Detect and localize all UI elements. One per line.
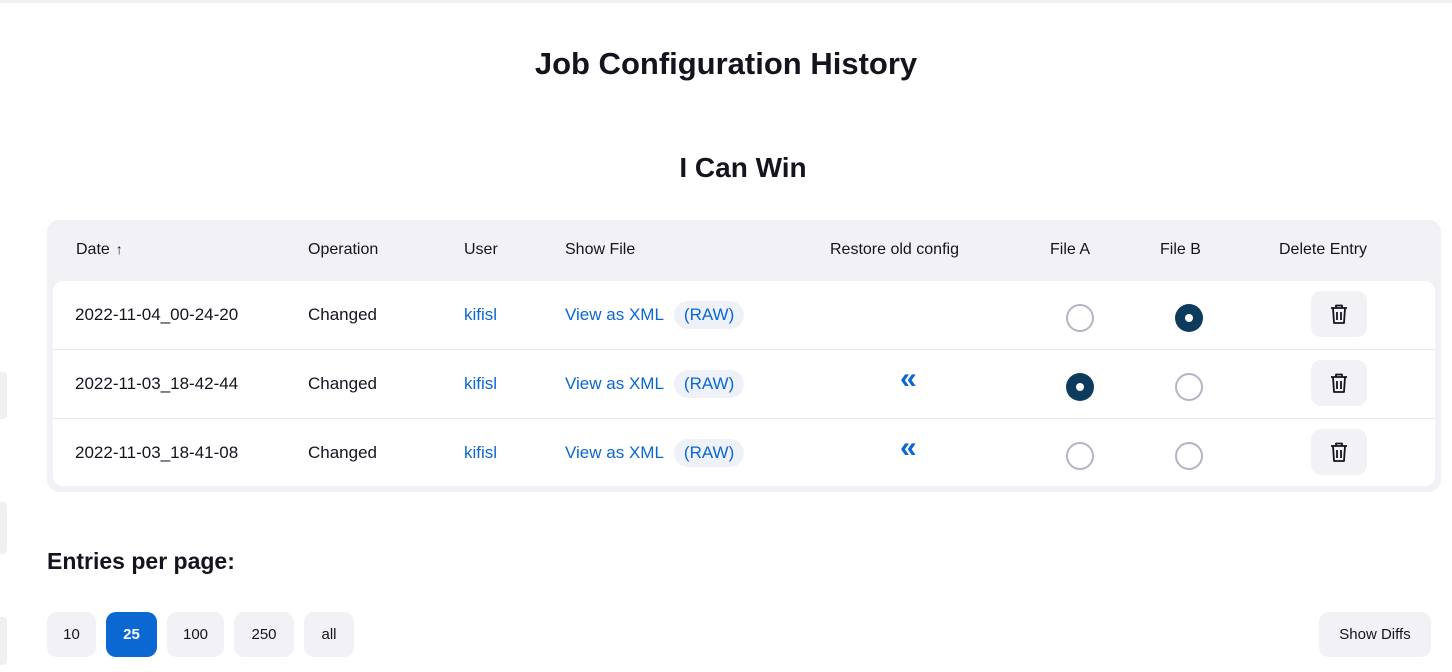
- job-name: I Can Win: [679, 152, 807, 183]
- table-row: 2022-11-04_00-24-20 Changed kifisl View …: [53, 281, 1435, 349]
- user-link[interactable]: kifisl: [464, 305, 497, 325]
- table-body: 2022-11-04_00-24-20 Changed kifisl View …: [53, 281, 1435, 486]
- file-a-radio[interactable]: [1066, 304, 1094, 332]
- double-chevron-left-icon[interactable]: «: [900, 364, 917, 394]
- trash-icon: [1331, 373, 1347, 393]
- column-header-show-file: Show File: [565, 241, 636, 258]
- operation-cell: Changed: [308, 374, 378, 393]
- delete-entry-button[interactable]: [1311, 360, 1367, 406]
- delete-entry-button[interactable]: [1311, 429, 1367, 475]
- page-size-250-button[interactable]: 250: [234, 612, 294, 657]
- table-header: Date ↑ Operation User Show File Restore o…: [47, 220, 1441, 281]
- operation-cell: Changed: [308, 443, 378, 462]
- delete-entry-button[interactable]: [1311, 291, 1367, 337]
- table-row: 2022-11-03_18-41-08 Changed kifisl View …: [53, 418, 1435, 486]
- trash-icon: [1331, 304, 1347, 324]
- sort-ascending-icon: ↑: [115, 241, 123, 257]
- trash-icon: [1331, 442, 1347, 462]
- column-header-delete: Delete Entry: [1279, 241, 1368, 258]
- user-link[interactable]: kifisl: [464, 374, 497, 394]
- column-header-restore: Restore old config: [830, 241, 959, 258]
- view-as-xml-link[interactable]: View as XML: [565, 443, 664, 463]
- side-panel-edge: [0, 617, 7, 665]
- file-b-radio-selected[interactable]: [1175, 304, 1203, 332]
- column-header-date[interactable]: Date ↑: [76, 241, 123, 259]
- file-a-radio-selected[interactable]: [1066, 373, 1094, 401]
- file-a-radio[interactable]: [1066, 442, 1094, 470]
- double-chevron-left-icon[interactable]: «: [900, 433, 917, 463]
- side-panel-edge: [0, 502, 7, 554]
- view-as-xml-link[interactable]: View as XML: [565, 305, 664, 325]
- history-table: Date ↑ Operation User Show File Restore o…: [47, 220, 1441, 492]
- file-b-radio[interactable]: [1175, 373, 1203, 401]
- page-size-all-button[interactable]: all: [304, 612, 354, 657]
- entries-per-page-label: Entries per page:: [47, 548, 235, 574]
- column-header-operation[interactable]: Operation: [308, 241, 378, 259]
- page-size-100-button[interactable]: 100: [167, 612, 224, 657]
- column-header-file-b: File B: [1160, 241, 1201, 258]
- page-size-10-button[interactable]: 10: [47, 612, 96, 657]
- table-row: 2022-11-03_18-42-44 Changed kifisl View …: [53, 349, 1435, 417]
- side-panel-edge: [0, 372, 7, 419]
- view-as-xml-link[interactable]: View as XML: [565, 374, 664, 394]
- show-diffs-button[interactable]: Show Diffs: [1319, 612, 1431, 657]
- raw-link[interactable]: (RAW): [673, 370, 745, 398]
- date-cell: 2022-11-03_18-42-44: [75, 374, 239, 393]
- column-header-file-a: File A: [1050, 241, 1091, 258]
- column-header-user[interactable]: User: [464, 241, 498, 259]
- operation-cell: Changed: [308, 305, 378, 324]
- raw-link[interactable]: (RAW): [673, 439, 745, 467]
- user-link[interactable]: kifisl: [464, 443, 497, 463]
- raw-link[interactable]: (RAW): [673, 301, 745, 329]
- page-size-25-button[interactable]: 25: [106, 612, 157, 657]
- date-cell: 2022-11-04_00-24-20: [75, 305, 239, 324]
- file-b-radio[interactable]: [1175, 442, 1203, 470]
- page-title: Job Configuration History: [534, 46, 918, 81]
- date-cell: 2022-11-03_18-41-08: [75, 443, 239, 462]
- top-divider: [0, 0, 1452, 3]
